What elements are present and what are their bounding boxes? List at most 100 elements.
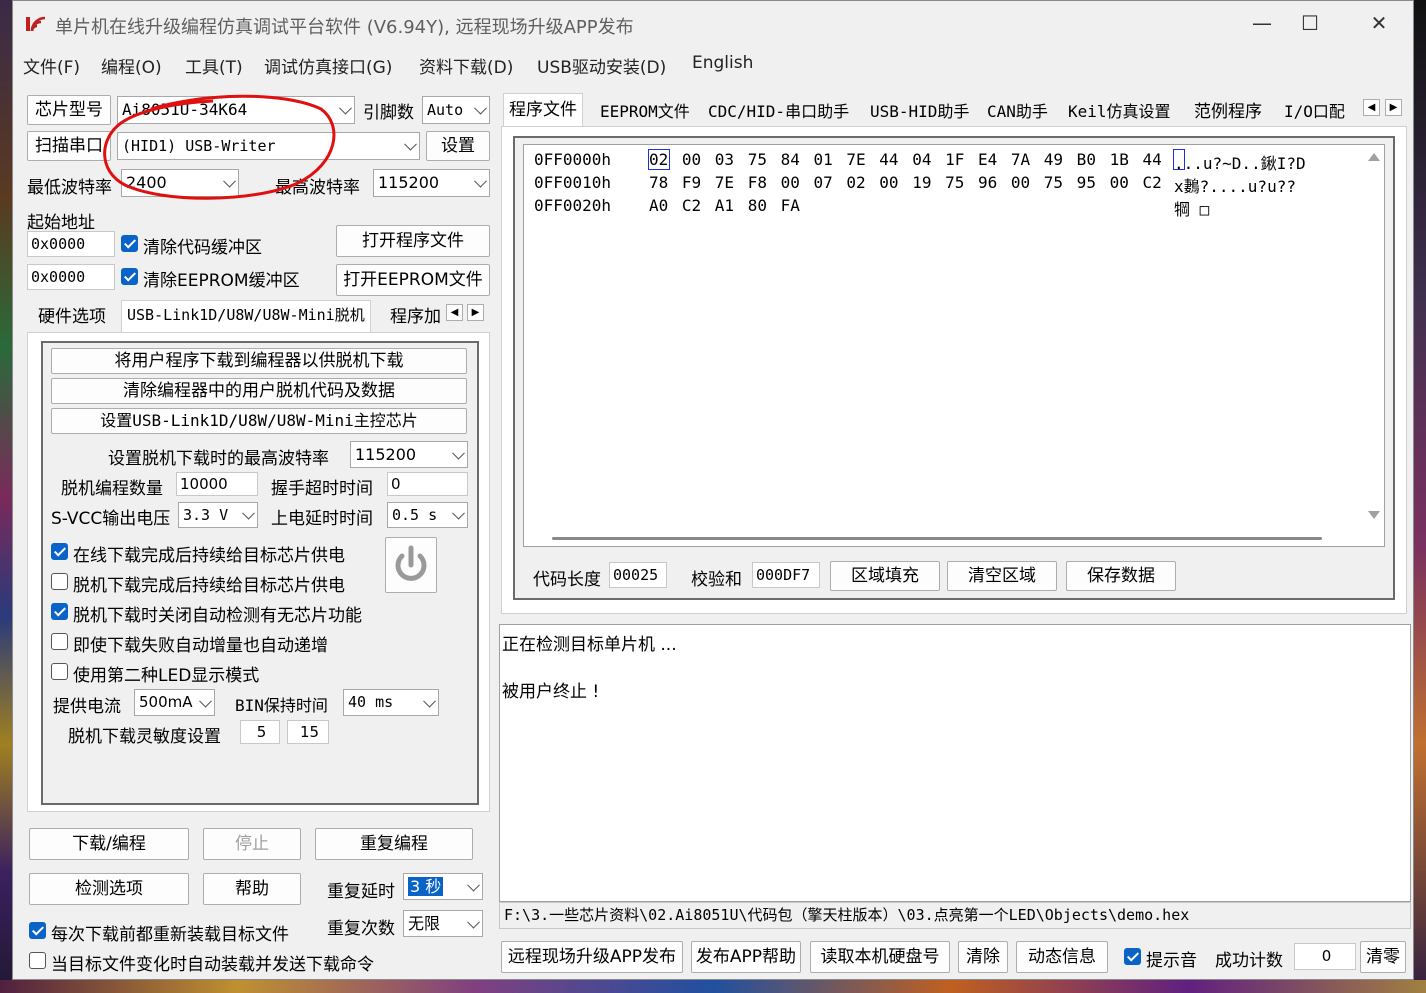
tab-cdc-hid-serial[interactable]: CDC/HID-串口助手 <box>703 99 854 125</box>
detect-options-button[interactable]: 检测选项 <box>29 873 189 905</box>
svcc-voltage-select[interactable]: 3.3 V <box>178 502 258 528</box>
publish-app-help-button[interactable]: 发布APP帮助 <box>691 941 801 973</box>
auto-reload-checkbox[interactable] <box>29 952 46 969</box>
chevron-down-icon <box>423 694 436 708</box>
menu-download[interactable]: 资料下载(D) <box>419 53 513 78</box>
menu-english[interactable]: English <box>692 53 753 73</box>
offline-max-baud-value: 115200 <box>355 445 417 464</box>
power-on-delay-select[interactable]: 0.5 s <box>387 502 468 528</box>
minimize-icon[interactable]: — <box>1239 7 1285 39</box>
horizontal-scrollbar[interactable] <box>552 537 1322 540</box>
menu-tools[interactable]: 工具(T) <box>185 53 243 78</box>
hex-bytes: A0 C2 A1 80 FA <box>649 196 800 215</box>
tab-usb-link-offline[interactable]: USB-Link1D/U8W/U8W-Mini脱机 <box>121 300 371 332</box>
clear-code-label: 清除代码缓冲区 <box>143 238 262 258</box>
clear-log-button[interactable]: 清除 <box>958 941 1008 973</box>
log-output[interactable]: 正在检测目标单片机 ... 被用户终止 ! <box>499 624 1411 902</box>
start-address-input-2[interactable]: 0x0000 <box>27 264 115 290</box>
stop-button[interactable]: 停止 <box>203 828 301 860</box>
hex-cursor <box>648 149 670 170</box>
read-disk-id-button[interactable]: 读取本机硬盘号 <box>810 941 950 973</box>
port-settings-button[interactable]: 设置 <box>426 131 490 161</box>
menu-debug[interactable]: 调试仿真接口(G) <box>264 53 392 78</box>
open-program-file-button[interactable]: 打开程序文件 <box>336 225 490 257</box>
desktop-bottom-strip <box>0 980 1426 993</box>
tab-scroll-left-icon[interactable]: ◀ <box>446 304 463 321</box>
help-button[interactable]: 帮助 <box>203 873 301 905</box>
bin-hold-select[interactable]: 40 ms <box>343 689 439 716</box>
app-icon <box>26 16 46 32</box>
tab-hardware-options[interactable]: 硬件选项 <box>33 304 111 330</box>
scroll-up-icon[interactable] <box>1368 153 1380 161</box>
ascii-cursor <box>1173 149 1185 170</box>
repeat-delay-select[interactable]: 3 秒 <box>403 873 483 900</box>
publish-app-button[interactable]: 远程现场升级APP发布 <box>501 941 683 973</box>
chevron-down-icon <box>242 506 255 520</box>
start-address-input-1[interactable]: 0x0000 <box>27 231 115 257</box>
tab-program-file[interactable]: 程序文件 <box>503 93 583 127</box>
scroll-down-icon[interactable] <box>1368 511 1380 519</box>
beep-checkbox[interactable] <box>1124 948 1141 965</box>
repeat-count-select[interactable]: 无限 <box>403 910 483 937</box>
handshake-timeout-input[interactable]: 0 <box>387 472 468 496</box>
tab-scroll-right-icon[interactable]: ▶ <box>467 304 484 321</box>
tab-program-encrypt[interactable]: 程序加 <box>385 304 443 330</box>
maximize-icon[interactable]: ☐ <box>1287 7 1333 39</box>
pin-count-select[interactable]: Auto <box>422 96 490 124</box>
file-path-display: F:\3.一些芯片资料\02.Ai8051U\代码包（擎天柱版本）\03.点亮第… <box>499 902 1411 929</box>
opt-led-mode-label: 使用第二种LED显示模式 <box>73 666 260 686</box>
download-to-programmer-button[interactable]: 将用户程序下载到编程器以供脱机下载 <box>51 348 467 374</box>
offline-max-baud-select[interactable]: 115200 <box>350 441 468 468</box>
tab-io-config[interactable]: I/O口配 <box>1279 99 1361 125</box>
opt-led-mode-checkbox[interactable] <box>51 663 68 680</box>
tab-keil-settings[interactable]: Keil仿真设置 <box>1063 99 1176 125</box>
sensitivity-input-2[interactable]: 15 <box>287 720 329 744</box>
download-program-button[interactable]: 下载/编程 <box>29 828 189 860</box>
menu-program[interactable]: 编程(O) <box>101 53 162 78</box>
max-baud-select[interactable]: 115200 <box>373 169 490 197</box>
annotation-circle <box>103 94 336 200</box>
hex-address: 0FF0020h <box>534 196 612 215</box>
opt-offline-power-checkbox[interactable] <box>51 573 68 590</box>
clear-area-button[interactable]: 清空区域 <box>947 561 1057 591</box>
svcc-voltage-label: S-VCC输出电压 <box>51 509 171 529</box>
tab-can[interactable]: CAN助手 <box>982 99 1053 125</box>
supply-current-select[interactable]: 500mA <box>134 689 215 716</box>
sensitivity-input-1[interactable]: 5 <box>240 720 280 744</box>
set-master-chip-button[interactable]: 设置USB-Link1D/U8W/U8W-Mini主控芯片 <box>51 408 467 434</box>
power-on-delay-label: 上电延时时间 <box>271 509 373 529</box>
svcc-voltage-value: 3.3 V <box>183 506 229 524</box>
checksum-value: 000DF7 <box>752 562 820 588</box>
offline-count-input[interactable]: 10000 <box>176 472 258 496</box>
close-icon[interactable]: ✕ <box>1356 7 1402 39</box>
opt-auto-increment-checkbox[interactable] <box>51 633 68 650</box>
reload-before-download-checkbox[interactable] <box>29 922 46 939</box>
clear-eeprom-checkbox[interactable] <box>121 268 138 285</box>
dynamic-info-button[interactable]: 动态信息 <box>1016 941 1108 973</box>
opt-online-power-checkbox[interactable] <box>51 543 68 560</box>
menu-bar: 文件(F) 编程(O) 工具(T) 调试仿真接口(G) 资料下载(D) USB驱… <box>13 47 1413 79</box>
tab-example-programs[interactable]: 范例程序 <box>1189 99 1267 125</box>
hex-bytes: 02 00 03 75 84 01 7E 44 04 1F E4 7A 49 B… <box>649 150 1162 169</box>
save-data-button[interactable]: 保存数据 <box>1066 561 1176 591</box>
power-button[interactable] <box>385 537 437 593</box>
hex-bytes: 78 F9 7E F8 00 07 02 00 19 75 96 00 75 9… <box>649 173 1162 192</box>
code-length-value: 00025 <box>609 562 667 588</box>
opt-disable-detect-checkbox[interactable] <box>51 603 68 620</box>
tab-scroll-right-icon[interactable]: ▶ <box>1385 99 1402 116</box>
clear-code-checkbox[interactable] <box>121 235 138 252</box>
reset-count-button[interactable]: 清零 <box>1360 941 1406 973</box>
hex-address: 0FF0000h <box>534 150 612 169</box>
max-baud-value: 115200 <box>378 173 440 192</box>
repeat-count-label: 重复次数 <box>327 919 395 939</box>
tab-scroll-left-icon[interactable]: ◀ <box>1363 99 1380 116</box>
menu-file[interactable]: 文件(F) <box>23 53 80 78</box>
tab-eeprom-file[interactable]: EEPROM文件 <box>595 99 695 125</box>
hex-view[interactable]: 0FF0000h 02 00 03 75 84 01 7E 44 04 1F E… <box>523 144 1385 547</box>
tab-usb-hid[interactable]: USB-HID助手 <box>865 99 974 125</box>
repeat-program-button[interactable]: 重复编程 <box>315 828 473 860</box>
menu-usb-driver[interactable]: USB驱动安装(D) <box>537 53 666 78</box>
open-eeprom-file-button[interactable]: 打开EEPROM文件 <box>336 264 490 296</box>
clear-programmer-code-button[interactable]: 清除编程器中的用户脱机代码及数据 <box>51 378 467 404</box>
fill-area-button[interactable]: 区域填充 <box>830 561 940 591</box>
